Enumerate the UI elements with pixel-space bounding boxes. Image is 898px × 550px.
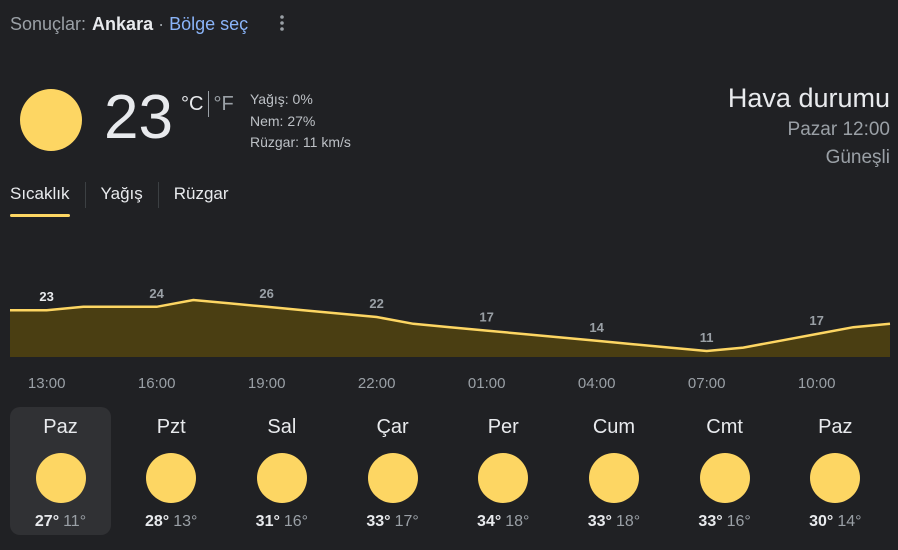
forecast-low: 18° [505, 513, 530, 530]
chart-data-label: 22 [369, 296, 383, 311]
tab-divider [84, 182, 86, 208]
temperature-area [10, 300, 890, 357]
unit-fahrenheit-button[interactable]: °F [213, 93, 233, 116]
forecast-high: 33° [366, 513, 391, 530]
unit-celsius-button[interactable]: °C [181, 93, 203, 116]
weather-heading: Hava durumu [727, 83, 890, 113]
title-block: Hava durumu Pazar 12:00 Güneşli [728, 80, 890, 172]
tab-wind[interactable]: Rüzgar [174, 184, 229, 212]
forecast-day[interactable]: Çar 33° 17° [342, 407, 443, 535]
location-name: Ankara [92, 14, 154, 34]
weather-datetime: Pazar 12:00 [787, 119, 890, 140]
x-tick-label: 07:00 [688, 375, 726, 392]
unit-divider [208, 91, 210, 117]
forecast-low: 14° [837, 513, 862, 530]
forecast-day-name: Per [487, 416, 519, 438]
forecast-high: 31° [255, 513, 280, 530]
chart-data-label: 17 [479, 310, 493, 325]
sun-icon [367, 453, 418, 503]
forecast-day-name: Cum [592, 416, 636, 438]
forecast-day[interactable]: Per 34° 18° [453, 407, 554, 535]
forecast-high: 33° [587, 513, 612, 530]
sun-icon [699, 453, 750, 503]
humidity-text: Nem: 27% [250, 112, 316, 129]
chart-data-label: 24 [149, 286, 164, 301]
forecast-day[interactable]: Paz 27° 11° [10, 407, 111, 535]
forecast-high: 27° [34, 513, 60, 530]
sun-icon [588, 453, 639, 503]
sun-icon [35, 453, 86, 503]
sun-icon [146, 453, 197, 503]
forecast-temps: 30° 14° [785, 513, 886, 531]
forecast-temps: 33° 18° [563, 513, 664, 531]
wind-text: Rüzgar: 11 km/s [250, 134, 351, 150]
x-tick-label: 13:00 [28, 375, 66, 392]
forecast-low: 11° [63, 513, 87, 530]
forecast-day-name: Paz [43, 416, 78, 438]
chart-data-label: 26 [259, 286, 273, 301]
forecast-day[interactable]: Pzt 28° 13° [121, 407, 222, 535]
forecast-low: 17° [394, 513, 419, 530]
forecast-low: 13° [173, 513, 198, 530]
forecast-day[interactable]: Paz 30° 14° [785, 407, 886, 535]
chart-data-label: 11 [700, 330, 714, 345]
weather-details: Yağış: 0% Nem: 27% Rüzgar: 11 km/s [250, 89, 351, 154]
tab-divider [157, 182, 159, 208]
tab-temperature[interactable]: Sıcaklık [10, 184, 70, 217]
forecast-day-name: Sal [267, 416, 297, 438]
chart-data-label: 23 [39, 289, 53, 304]
forecast-day[interactable]: Sal 31° 16° [231, 407, 332, 535]
more-vert-icon[interactable] [274, 15, 290, 34]
forecast-low: 18° [615, 513, 641, 530]
forecast-temps: 27° 11° [10, 513, 111, 531]
forecast-temps: 33° 17° [342, 513, 443, 531]
x-tick-label: 22:00 [358, 375, 396, 392]
forecast-day-name: Cmt [706, 416, 743, 438]
forecast-high: 28° [144, 513, 170, 530]
forecast-day-name: Paz [818, 416, 853, 438]
sun-icon [256, 453, 307, 503]
temperature-chart: 23 24 26 22 17 14 11 17 13:00 16:00 19:00 22:00 01:0… [10, 286, 891, 392]
forecast-high: 30° [809, 513, 834, 530]
weather-condition: Güneşli [825, 147, 890, 168]
x-tick-label: 10:00 [798, 375, 836, 392]
tab-precipitation[interactable]: Yağış [101, 184, 143, 212]
results-label: Sonuçlar: [10, 14, 87, 34]
sun-icon [810, 453, 861, 503]
chart-data-label: 14 [589, 320, 604, 335]
forecast-temps: 33° 16° [674, 513, 775, 531]
sun-icon [20, 89, 82, 151]
results-bar: Sonuçlar: Ankara · Bölge seç [10, 14, 290, 35]
unit-toggle: °C °F [181, 91, 234, 117]
forecast-day[interactable]: Cum 33° 18° [563, 407, 664, 535]
forecast-day-name: Çar [376, 416, 409, 438]
forecast-low: 16° [726, 513, 751, 530]
tab-bar: Sıcaklık Yağış Rüzgar [10, 182, 229, 217]
x-tick-label: 19:00 [248, 375, 286, 392]
forecast-temps: 28° 13° [121, 513, 222, 531]
select-region-link[interactable]: Bölge seç [169, 14, 248, 35]
x-tick-label: 04:00 [578, 375, 616, 392]
x-tick-label: 01:00 [468, 375, 506, 392]
forecast-temps: 31° 16° [231, 513, 332, 531]
x-tick-label: 16:00 [138, 375, 176, 392]
forecast-high: 33° [698, 513, 723, 530]
forecast-temps: 34° 18° [453, 513, 554, 531]
forecast-high: 34° [477, 513, 502, 530]
daily-forecast: Paz 27° 11° Pzt 28° 13° Sal 31° 16° Çar 33° 17° Per 3… [10, 407, 896, 535]
chart-data-label: 17 [809, 313, 823, 328]
forecast-low: 16° [283, 513, 309, 530]
precipitation-text: Yağış: 0% [250, 91, 313, 107]
separator: · [158, 14, 165, 34]
current-temperature: 23 [104, 83, 173, 152]
forecast-day[interactable]: Cmt 33° 16° [674, 407, 775, 535]
forecast-day-name: Pzt [156, 416, 186, 438]
sun-icon [478, 453, 529, 503]
